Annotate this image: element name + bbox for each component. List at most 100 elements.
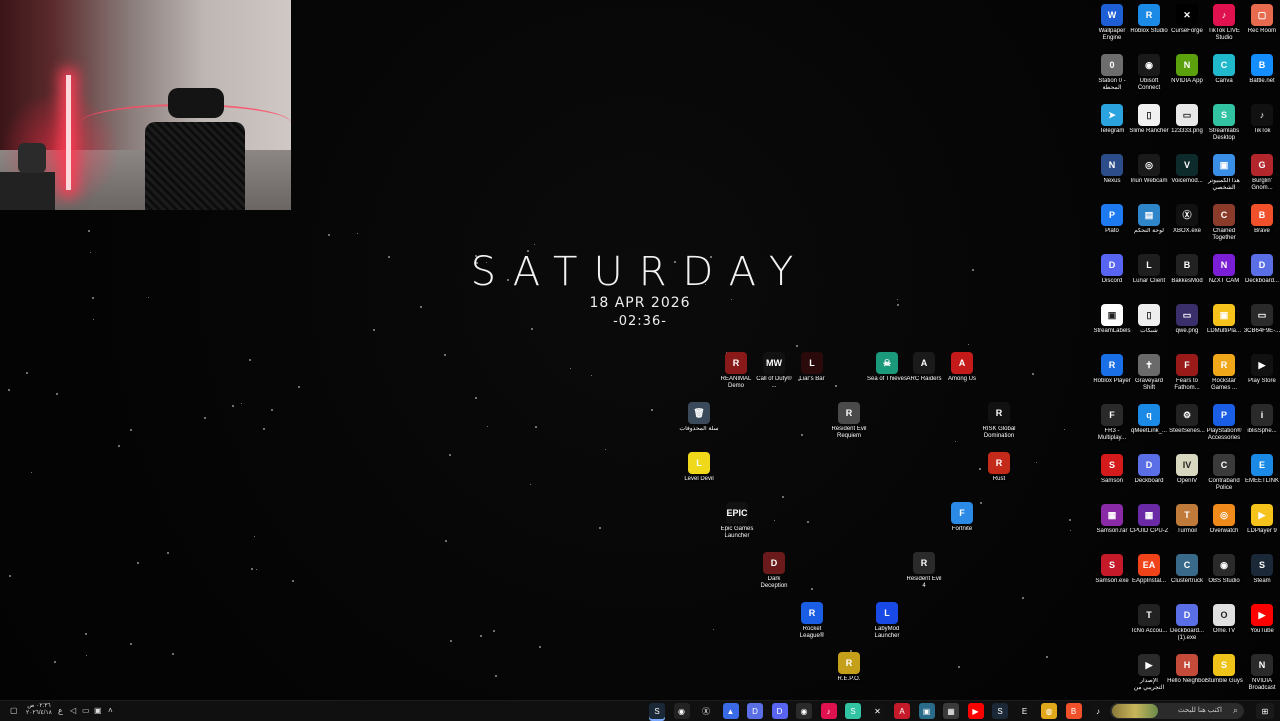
- desktop-icon-openiv[interactable]: IV OpenIV: [1167, 454, 1207, 485]
- desktop-icon-labymod-launcher[interactable]: L LabyMod Launcher: [867, 602, 907, 640]
- desktop-icon-reanimal-demo[interactable]: R REANIMAL Demo: [716, 352, 756, 390]
- notification-icon[interactable]: ▢: [10, 706, 18, 715]
- desktop-icon-item-31[interactable]: ▯ شبكات: [1129, 304, 1169, 335]
- desktop-icon-qmeetlink[interactable]: q qMeetLink_...: [1129, 404, 1169, 435]
- desktop-icon-turmoil[interactable]: T Turmoil: [1167, 504, 1207, 535]
- desktop-icon-samson-exe[interactable]: S Samson.exe: [1092, 554, 1132, 585]
- obs-taskbar-icon[interactable]: ◉: [796, 703, 812, 719]
- desktop-icon-liar-s-bar[interactable]: L Liar's Bar: [792, 352, 832, 383]
- app-circle-icon[interactable]: ◉: [673, 703, 690, 719]
- desktop-icon-emeetlink[interactable]: E EMEETLINK: [1242, 454, 1280, 485]
- desktop-icon-among-us[interactable]: A Among Us: [942, 352, 982, 383]
- desktop-icon-risk-global-domination[interactable]: R RISK Global Domination: [979, 402, 1019, 440]
- epic-taskbar-icon[interactable]: E: [1016, 703, 1033, 719]
- desktop-icon-telegram[interactable]: ➤ Telegram: [1092, 104, 1132, 135]
- desktop-icon-nzxt-cam[interactable]: N NZXT CAM: [1204, 254, 1244, 285]
- desktop-icon-item-74[interactable]: 🗑 سلة المحذوفات: [679, 402, 719, 433]
- desktop-icon-call-of-duty[interactable]: MW Call of Duty® ...: [754, 352, 794, 390]
- desktop-icon-bakkesmod[interactable]: B BakkesMod: [1167, 254, 1207, 285]
- windows-start-icon[interactable]: ⊞: [1256, 703, 1274, 719]
- desktop-icon-xbox-exe[interactable]: Ⓧ XBOX.exe: [1167, 204, 1207, 235]
- desktop-icon-r-e-p-o[interactable]: R R.E.P.O.: [829, 652, 869, 683]
- desktop-icon-overwatch[interactable]: ◎ Overwatch: [1204, 504, 1244, 535]
- desktop-icon-123333-png[interactable]: ▭ 123333.png: [1167, 104, 1207, 135]
- desktop-icon-steam[interactable]: S Steam: [1242, 554, 1280, 585]
- steam2-taskbar-icon[interactable]: S: [992, 703, 1008, 719]
- desktop-icon-nexus[interactable]: N Nexus: [1092, 154, 1132, 185]
- deckboard-taskbar-icon[interactable]: D: [747, 703, 763, 719]
- desktop-icon-arc-raiders[interactable]: A ARC Raiders: [904, 352, 944, 383]
- desktop-icon-steelseries[interactable]: ⚙ SteelSeries...: [1167, 404, 1207, 435]
- desktop-icon-wallpaper-engine[interactable]: W Wallpaper Engine: [1092, 4, 1132, 42]
- desktop-icon-canva[interactable]: C Canva: [1204, 54, 1244, 85]
- desktop-icon-battle-net[interactable]: B Battle.net: [1242, 54, 1280, 85]
- desktop-icon-fortnite[interactable]: F Fortnite: [942, 502, 982, 533]
- app-a-taskbar-icon[interactable]: A: [894, 703, 910, 719]
- fox-taskbar-icon[interactable]: ▲: [722, 703, 739, 719]
- desktop-icon-sea-of-thieves[interactable]: ☠ Sea of Thieves: [867, 352, 907, 383]
- desktop-icon-iriun-webcam[interactable]: ◎ Iriun Webcam: [1129, 154, 1169, 185]
- desktop-icon-contraband-police[interactable]: C Contraband Police: [1204, 454, 1244, 492]
- desktop-icon-samson[interactable]: S Samson: [1092, 454, 1132, 485]
- taskbar-clock[interactable]: ٠٢:٣٦ ص ٢٠٢٦/٤/١٨: [26, 703, 52, 717]
- desktop-icon-item-64[interactable]: ▶ الإصدار التجريبي من: [1129, 654, 1169, 692]
- network-icon[interactable]: ▭: [82, 706, 90, 715]
- xbox-taskbar-icon[interactable]: Ⓧ: [698, 703, 714, 719]
- desktop-icon-obs-studio[interactable]: ◉ OBS Studio: [1204, 554, 1244, 585]
- desktop-icon-samson-rar[interactable]: ▦ Samson.rar: [1092, 504, 1132, 535]
- desktop-icon-rust[interactable]: R Rust: [979, 452, 1019, 483]
- desktop-icon-cpuid-cpu-z[interactable]: ▦ CPUID CPU-Z: [1129, 504, 1169, 535]
- desktop-icon-discord[interactable]: D Discord: [1092, 254, 1132, 285]
- desktop-icon-hello-neighbor[interactable]: H Hello Neighbor: [1167, 654, 1207, 685]
- desktop-icon-3cb64f9e[interactable]: ▭ 3CB64F9E-...: [1242, 304, 1280, 335]
- desktop-icon-iblissphe[interactable]: i iblisSphe...: [1242, 404, 1280, 435]
- desktop-icon-burglin-gnom[interactable]: G Burglin' Gnom...: [1242, 154, 1280, 192]
- desktop-icon-deckboard[interactable]: D Deckboard: [1129, 454, 1169, 485]
- desktop-icon-nvidia-app[interactable]: N NVIDIA App: [1167, 54, 1207, 85]
- search-box[interactable]: اكتب هنا للبحث ⌕: [1110, 703, 1244, 719]
- desktop-icon-ldplayer-9[interactable]: ▶ LDPlayer 9: [1242, 504, 1280, 535]
- desktop[interactable]: SATURDAY 18 APR 2026 -02:36- W Wallpaper …: [0, 0, 1280, 700]
- desktop-icon-deckboard[interactable]: D Deckboard...: [1242, 254, 1280, 285]
- desktop-icon-eappinstal[interactable]: EA EAppInstal...: [1129, 554, 1169, 585]
- tiktok2-taskbar-icon[interactable]: ♪: [1090, 703, 1106, 719]
- desktop-icon-play-store[interactable]: ▶ Play Store: [1242, 354, 1280, 385]
- desktop-icon-fears-to-fathom[interactable]: F Fears to Fathom...: [1167, 354, 1207, 392]
- desktop-icon-dark-deception[interactable]: D Dark Deception: [754, 552, 794, 590]
- desktop-icon-tiktok-live-studio[interactable]: ♪ TikTok LIVE Studio: [1204, 4, 1244, 42]
- desktop-icon-item-18[interactable]: ▣ هذا الكمبيوتر الشخصي: [1204, 154, 1244, 192]
- language-indicator[interactable]: ع: [58, 706, 63, 715]
- desktop-icon-brave[interactable]: B Brave: [1242, 204, 1280, 235]
- chevron-up-icon[interactable]: ˄: [108, 706, 113, 715]
- steam-taskbar-icon[interactable]: S: [649, 703, 665, 719]
- desktop-icon-plato[interactable]: P Plato: [1092, 204, 1132, 235]
- brave-taskbar-icon[interactable]: B: [1065, 703, 1082, 719]
- desktop-icon-streamlabels[interactable]: ▣ StreamLabels: [1092, 304, 1132, 335]
- streamlabs-taskbar-icon[interactable]: S: [845, 703, 861, 719]
- desktop-icon-slime-rancher[interactable]: ▯ Slime Rancher: [1129, 104, 1169, 135]
- desktop-icon-rockstar-games[interactable]: R Rockstar Games ...: [1204, 354, 1244, 392]
- desktop-icon-clustertruck[interactable]: C Clustertruck: [1167, 554, 1207, 585]
- desktop-icon-ldmultipla[interactable]: ▣ LDMultiPla...: [1204, 304, 1244, 335]
- desktop-icon-tiktok[interactable]: ♪ TikTok: [1242, 104, 1280, 135]
- desktop-icon-chained-together[interactable]: C Chained Together: [1204, 204, 1244, 242]
- desktop-icon-qwe-png[interactable]: ▭ qwe.png: [1167, 304, 1207, 335]
- desktop-icon-lunar-client[interactable]: L Lunar Client: [1129, 254, 1169, 285]
- display-icon[interactable]: ▣: [94, 706, 102, 715]
- youtube-taskbar-icon[interactable]: ▶: [967, 703, 984, 719]
- desktop-icon-roblox-studio[interactable]: R Roblox Studio: [1129, 4, 1169, 35]
- tiktok-taskbar-icon[interactable]: ♪: [820, 703, 837, 719]
- desktop-icon-station-0[interactable]: 0 Station 0 - المحطة: [1092, 54, 1132, 92]
- desktop-icon-ubisoft-connect[interactable]: ◉ Ubisoft Connect: [1129, 54, 1169, 92]
- desktop-icon-curseforge[interactable]: ✕ CurseForge: [1167, 4, 1207, 35]
- curseforge-taskbar-icon[interactable]: ✕: [869, 703, 886, 719]
- app-c-taskbar-icon[interactable]: ▦: [943, 703, 959, 719]
- desktop-icon-streamlabs-desktop[interactable]: S Streamlabs Desktop: [1204, 104, 1244, 142]
- desktop-icon-voicemod[interactable]: V Voicemod...: [1167, 154, 1207, 185]
- desktop-icon-rec-room[interactable]: ▢ Rec Room: [1242, 4, 1280, 35]
- discord-taskbar-icon[interactable]: D: [771, 703, 788, 719]
- desktop-icon-ome-tv[interactable]: O Ome.TV: [1204, 604, 1244, 635]
- desktop-icon-epic-games-launcher[interactable]: EPIC Epic Games Launcher: [717, 502, 757, 540]
- app-b-taskbar-icon[interactable]: ▣: [918, 703, 935, 719]
- desktop-icon-deckboard-1-exe[interactable]: D Deckboard... (1).exe: [1167, 604, 1207, 642]
